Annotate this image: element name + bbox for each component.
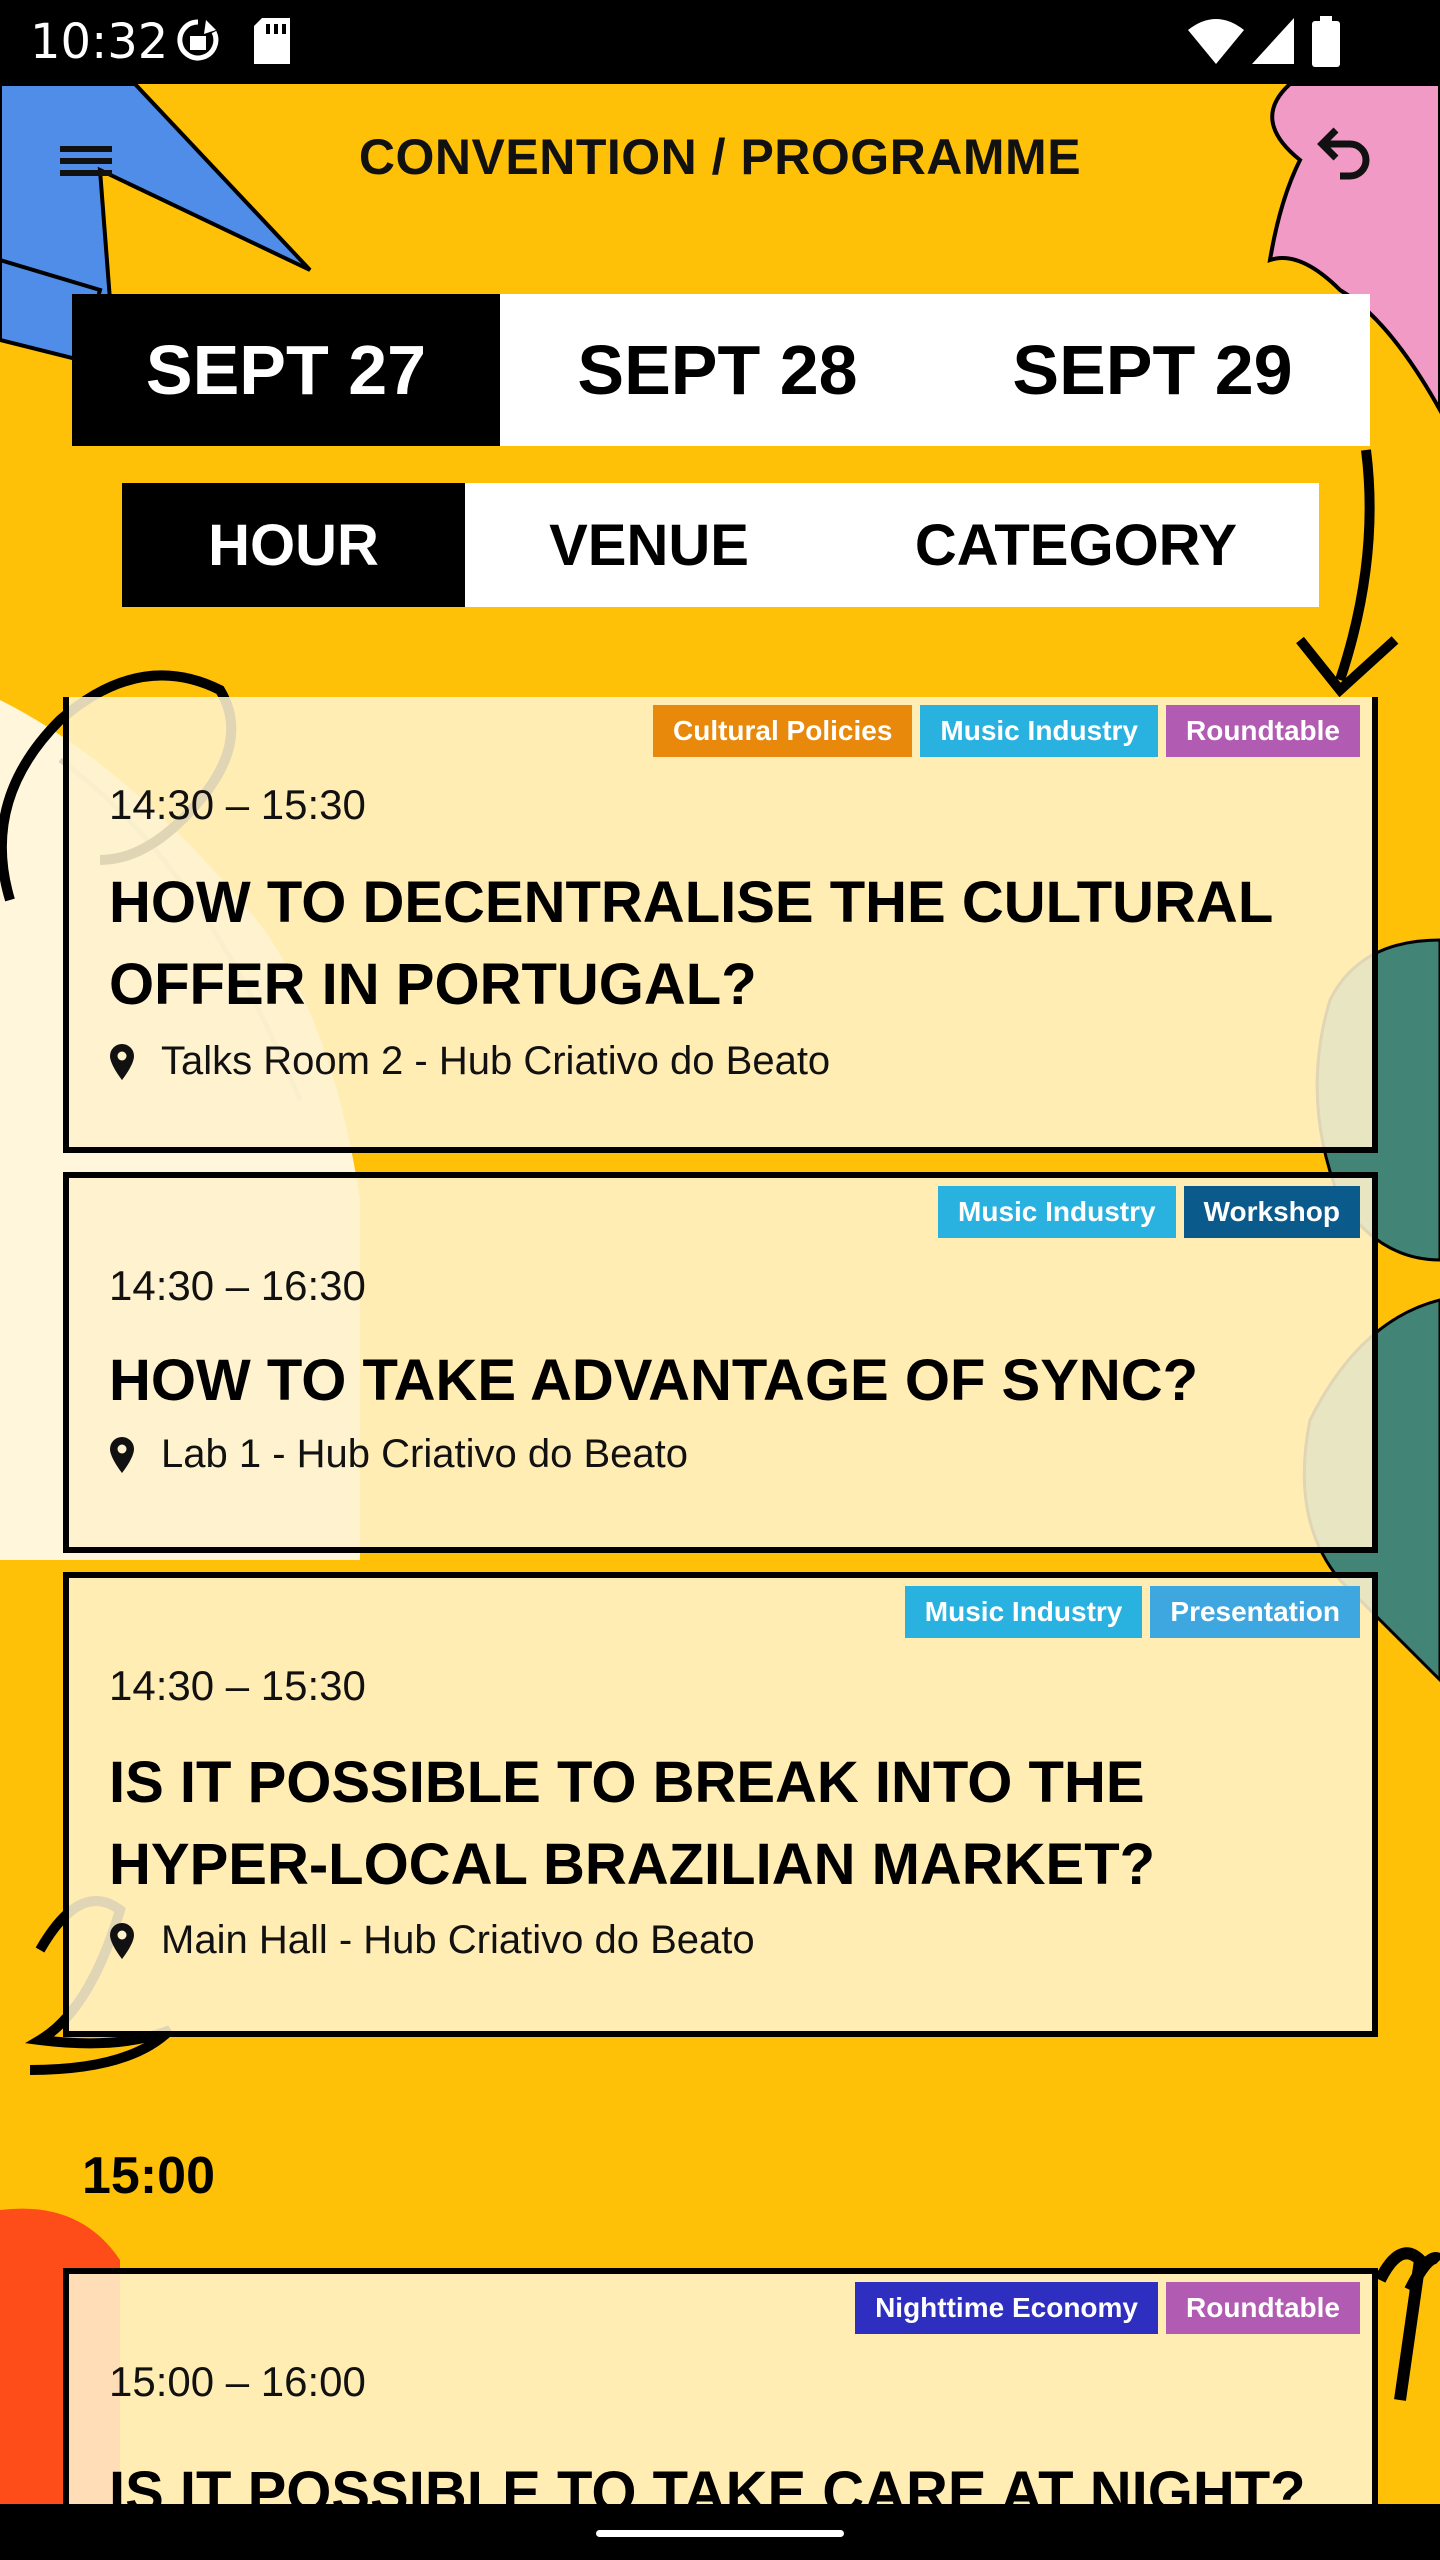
status-time: 10:32: [30, 14, 169, 70]
event-title: HOW TO DECENTRALISE THE CULTURAL OFFER I…: [109, 870, 1273, 1017]
event-venue: Talks Room 2 - Hub Criativo do Beato: [109, 1039, 830, 1084]
event-card[interactable]: Cultural Policies Music Industry Roundta…: [63, 697, 1378, 1153]
event-card[interactable]: Music Industry Workshop 14:30 – 16:30 HO…: [63, 1172, 1378, 1553]
event-venue-text: Main Hall - Hub Criativo do Beato: [161, 1918, 755, 1962]
tag-presentation: Presentation: [1150, 1586, 1360, 1638]
status-bar: 10:32: [0, 0, 1440, 84]
event-title: HOW TO TAKE ADVANTAGE OF SYNC?: [109, 1348, 1199, 1413]
wifi-icon: [1186, 16, 1246, 71]
event-tags: Music Industry Workshop: [938, 1186, 1360, 1238]
hour-group-label: 15:00: [82, 2147, 215, 2205]
cellular-signal-icon: [1250, 16, 1296, 71]
event-card[interactable]: Music Industry Presentation 14:30 – 15:3…: [63, 1572, 1378, 2037]
event-tags: Nighttime Economy Roundtable: [855, 2282, 1360, 2334]
sd-card-icon: [252, 16, 294, 71]
location-pin-icon: [110, 1043, 134, 1080]
event-venue: Main Hall - Hub Criativo do Beato: [109, 1918, 755, 1963]
tab-sept-27[interactable]: SEPT 27: [72, 294, 500, 446]
tag-workshop: Workshop: [1183, 1186, 1360, 1238]
sync-icon: [176, 16, 220, 73]
tag-roundtable: Roundtable: [1166, 705, 1360, 757]
event-title: IS IT POSSIBLE TO TAKE CARE AT NIGHT?: [109, 2460, 1306, 2504]
system-nav-bar: [0, 2504, 1440, 2560]
back-button[interactable]: [1300, 118, 1384, 202]
event-time: 15:00 – 16:00: [109, 2358, 366, 2405]
tag-music-industry: Music Industry: [938, 1186, 1176, 1238]
event-tags: Cultural Policies Music Industry Roundta…: [653, 705, 1360, 757]
location-pin-icon: [110, 1436, 134, 1473]
tag-music-industry: Music Industry: [920, 705, 1158, 757]
tag-cultural-policies: Cultural Policies: [653, 705, 913, 757]
page-title: CONVENTION / PROGRAMME: [358, 129, 1082, 185]
view-selector: HOUR VENUE CATEGORY: [122, 483, 1319, 607]
tab-sept-28[interactable]: SEPT 28: [500, 294, 935, 446]
event-venue-text: Talks Room 2 - Hub Criativo do Beato: [161, 1039, 831, 1083]
day-selector: SEPT 27 SEPT 28 SEPT 29: [72, 294, 1370, 446]
location-pin-icon: [110, 1922, 134, 1959]
home-gesture-handle[interactable]: [596, 2530, 844, 2537]
tab-venue[interactable]: VENUE: [465, 483, 833, 607]
tab-sept-29[interactable]: SEPT 29: [935, 294, 1370, 446]
event-card[interactable]: Nighttime Economy Roundtable 15:00 – 16:…: [63, 2268, 1378, 2504]
event-title: IS IT POSSIBLE TO BREAK INTO THE HYPER-L…: [109, 1750, 1156, 1897]
event-time: 14:30 – 15:30: [109, 781, 366, 828]
battery-icon: [1310, 16, 1342, 73]
tag-nighttime-economy: Nighttime Economy: [855, 2282, 1158, 2334]
tag-roundtable: Roundtable: [1166, 2282, 1360, 2334]
event-time: 14:30 – 15:30: [109, 1662, 366, 1709]
event-time: 14:30 – 16:30: [109, 1262, 366, 1309]
undo-arrow-icon: [1317, 127, 1370, 180]
event-venue-text: Lab 1 - Hub Criativo do Beato: [161, 1432, 688, 1476]
tab-hour[interactable]: HOUR: [122, 483, 465, 607]
event-venue: Lab 1 - Hub Criativo do Beato: [109, 1432, 688, 1477]
tab-category[interactable]: CATEGORY: [833, 483, 1319, 607]
tag-music-industry: Music Industry: [904, 1586, 1143, 1638]
event-tags: Music Industry Presentation: [904, 1586, 1360, 1638]
app-header: CONVENTION / PROGRAMME: [0, 84, 1440, 234]
